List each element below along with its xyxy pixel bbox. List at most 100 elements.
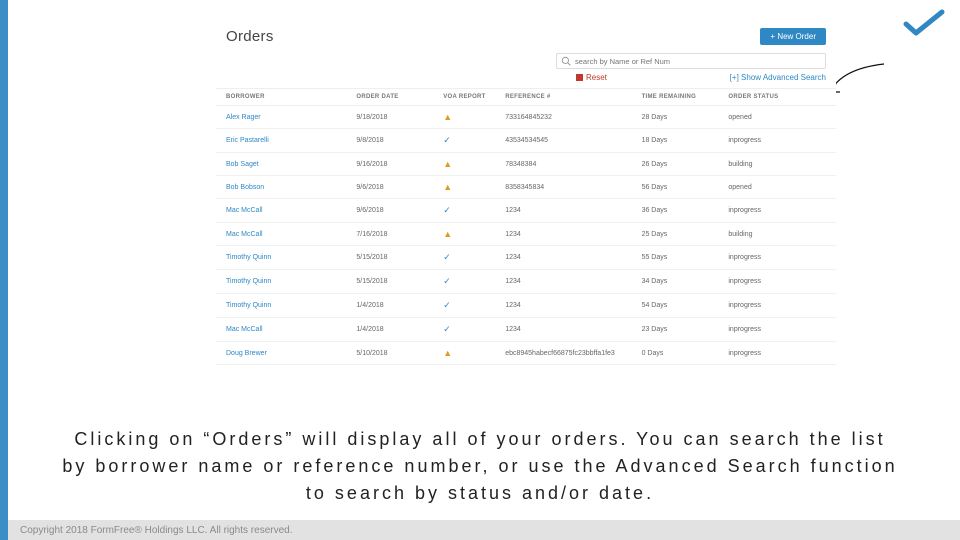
cell-order-status: building <box>724 153 836 176</box>
warning-icon: ▲ <box>443 159 452 169</box>
cell-borrower[interactable]: Doug Brewer <box>216 342 352 365</box>
cell-reference: 1234 <box>501 223 637 246</box>
cell-borrower[interactable]: Mac McCall <box>216 199 352 223</box>
cell-reference: 1234 <box>501 270 637 294</box>
check-icon: ✓ <box>443 252 451 262</box>
search-input[interactable] <box>575 57 821 66</box>
orders-table: BORROWER ORDER DATE VOA REPORT REFERENCE… <box>216 88 836 365</box>
table-row[interactable]: Mac McCall7/16/2018▲123425 Daysbuilding <box>216 223 836 246</box>
reset-label: Reset <box>586 73 607 82</box>
new-order-button[interactable]: + New Order <box>760 28 826 45</box>
warning-icon: ▲ <box>443 112 452 122</box>
cell-borrower[interactable]: Eric Pastarelli <box>216 129 352 153</box>
advanced-search-link[interactable]: [+] Show Advanced Search <box>730 73 826 82</box>
col-borrower[interactable]: BORROWER <box>216 89 352 106</box>
accent-bar <box>0 0 8 540</box>
search-box[interactable] <box>556 53 826 69</box>
cell-time-remaining: 26 Days <box>638 153 725 176</box>
search-icon <box>561 56 571 66</box>
col-time-remaining[interactable]: TIME REMAINING <box>638 89 725 106</box>
check-icon: ✓ <box>443 324 451 334</box>
col-order-date[interactable]: ORDER DATE <box>352 89 439 106</box>
cell-voa-report: ✓ <box>439 318 501 342</box>
reset-button[interactable]: Reset <box>576 73 607 82</box>
cell-voa-report: ▲ <box>439 342 501 365</box>
table-row[interactable]: Mac McCall9/6/2018 ✓ 123436 Daysinprogress <box>216 199 836 223</box>
cell-voa-report: ✓ <box>439 270 501 294</box>
col-order-status[interactable]: ORDER STATUS <box>724 89 836 106</box>
cell-reference: 78348384 <box>501 153 637 176</box>
page-title: Orders <box>226 28 274 45</box>
cell-borrower[interactable]: Bob Bobson <box>216 176 352 199</box>
table-row[interactable]: Alex Rager9/18/2018▲73316484523228 Dayso… <box>216 106 836 129</box>
cell-time-remaining: 34 Days <box>638 270 725 294</box>
table-row[interactable]: Bob Saget9/16/2018 ▲ 7834838426 Daysbuildi… <box>216 153 836 176</box>
cell-order-date: 9/8/2018 <box>352 129 439 153</box>
col-voa-report[interactable]: VOA REPORT <box>439 89 501 106</box>
orders-panel: Orders + New Order Reset [+] Show Advanc… <box>216 24 836 365</box>
cell-time-remaining: 36 Days <box>638 199 725 223</box>
check-icon: ✓ <box>443 300 451 310</box>
cell-order-date: 7/16/2018 <box>352 223 439 246</box>
warning-icon: ▲ <box>443 229 452 239</box>
table-row[interactable]: Timothy Quinn1/4/2018✓123454 Daysinprogr… <box>216 294 836 318</box>
table-header-row: BORROWER ORDER DATE VOA REPORT REFERENCE… <box>216 89 836 106</box>
cell-voa-report: ▲ <box>439 223 501 246</box>
cell-borrower[interactable]: Bob Saget <box>216 153 352 176</box>
cell-reference: 733164845232 <box>501 106 637 129</box>
table-row[interactable]: Timothy Quinn5/15/2018✓123455 Daysinprog… <box>216 246 836 270</box>
cell-order-status: inprogress <box>724 199 836 223</box>
cell-time-remaining: 56 Days <box>638 176 725 199</box>
table-row[interactable]: Mac McCall1/4/2018✓123423 Daysinprogress <box>216 318 836 342</box>
stop-icon <box>576 74 583 81</box>
table-row[interactable]: Timothy Quinn5/15/2018 ✓ 123434 Daysinprog… <box>216 270 836 294</box>
cell-order-date: 5/15/2018 <box>352 270 439 294</box>
cell-voa-report: ✓ <box>439 129 501 153</box>
cell-order-status: building <box>724 223 836 246</box>
copyright-footer: Copyright 2018 FormFree® Holdings LLC. A… <box>8 520 960 540</box>
cell-order-date: 5/15/2018 <box>352 246 439 270</box>
cell-reference: ebc8945habecf66875fc23bbffa1fe3 <box>501 342 637 365</box>
cell-reference: 43534534545 <box>501 129 637 153</box>
cell-voa-report: ✓ <box>439 294 501 318</box>
slide-caption: Clicking on “Orders” will display all of… <box>60 426 900 507</box>
cell-voa-report: ✓ <box>439 199 501 223</box>
cell-time-remaining: 23 Days <box>638 318 725 342</box>
cell-time-remaining: 0 Days <box>638 342 725 365</box>
cell-time-remaining: 18 Days <box>638 129 725 153</box>
check-icon: ✓ <box>443 205 451 215</box>
col-reference[interactable]: REFERENCE # <box>501 89 637 106</box>
cell-voa-report: ▲ <box>439 153 501 176</box>
cell-reference: 1234 <box>501 199 637 223</box>
cell-order-date: 9/6/2018 <box>352 199 439 223</box>
cell-order-status: opened <box>724 176 836 199</box>
cell-voa-report: ▲ <box>439 106 501 129</box>
cell-time-remaining: 55 Days <box>638 246 725 270</box>
cell-order-date: 9/6/2018 <box>352 176 439 199</box>
cell-borrower[interactable]: Timothy Quinn <box>216 270 352 294</box>
table-row[interactable]: Bob Bobson9/6/2018▲835834583456 Daysopen… <box>216 176 836 199</box>
check-icon: ✓ <box>443 276 451 286</box>
brand-logo <box>902 8 946 43</box>
cell-order-status: inprogress <box>724 318 836 342</box>
cell-time-remaining: 54 Days <box>638 294 725 318</box>
cell-order-status: inprogress <box>724 270 836 294</box>
cell-order-date: 1/4/2018 <box>352 318 439 342</box>
cell-voa-report: ✓ <box>439 246 501 270</box>
cell-borrower[interactable]: Timothy Quinn <box>216 294 352 318</box>
warning-icon: ▲ <box>443 182 452 192</box>
cell-order-date: 9/16/2018 <box>352 153 439 176</box>
cell-borrower[interactable]: Alex Rager <box>216 106 352 129</box>
cell-borrower[interactable]: Timothy Quinn <box>216 246 352 270</box>
table-row[interactable]: Eric Pastarelli9/8/2018 ✓ 4353453454518 Da… <box>216 129 836 153</box>
cell-borrower[interactable]: Mac McCall <box>216 318 352 342</box>
cell-order-status: inprogress <box>724 129 836 153</box>
cell-reference: 1234 <box>501 294 637 318</box>
cell-order-status: inprogress <box>724 294 836 318</box>
cell-borrower[interactable]: Mac McCall <box>216 223 352 246</box>
cell-time-remaining: 28 Days <box>638 106 725 129</box>
warning-icon: ▲ <box>443 348 452 358</box>
check-icon: ✓ <box>443 135 451 145</box>
cell-order-date: 5/10/2018 <box>352 342 439 365</box>
table-row[interactable]: Doug Brewer5/10/2018 ▲ ebc8945habecf66875f… <box>216 342 836 365</box>
